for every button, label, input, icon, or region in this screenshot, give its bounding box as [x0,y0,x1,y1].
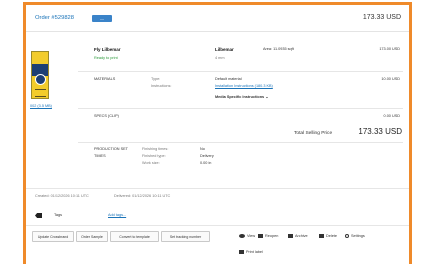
update-crossbrand-button[interactable]: Update Crossbrand [32,231,74,242]
production-value: No [200,147,205,151]
delete-action[interactable]: Delete [319,234,337,238]
archive-label: Archive [295,234,308,238]
thumbnail-file-link[interactable]: 002 (3.5 MB) [30,104,52,108]
archive-action[interactable]: Archive [288,234,308,238]
gear-icon [345,234,349,238]
divider [78,71,403,72]
add-tags-link[interactable]: Add tags... [108,213,126,217]
discount-label: SPECS (CLIP) [94,114,119,118]
settings-label: Settings [351,234,365,238]
status-badge: — [92,15,112,22]
delivered-date: Delivered: 01/12/2026 10:11 UTC [114,194,171,198]
set-tracking-button[interactable]: Set tracking number [161,231,210,242]
materials-price: 10.00 USD [381,77,400,81]
print-label-action[interactable]: Print label [239,250,263,254]
order-card: Order #529828 — 173.33 USD 002 (3.5 MB) … [23,2,412,264]
tag-icon [35,213,42,218]
divider [26,188,409,189]
order-header: Order #529828 — 173.33 USD [26,5,409,32]
materials-instructions-label: Instructions: [151,84,172,88]
trash-icon [319,234,324,238]
eye-icon [239,234,245,238]
installation-instructions-link[interactable]: Installation Instructions (180.3 KB) [215,84,273,88]
tags-label: Tags [54,213,63,217]
order-title-link[interactable]: Order #529828 [35,15,74,21]
view-action[interactable]: View [239,234,255,238]
settings-action[interactable]: Settings [345,234,365,238]
materials-label: MATERIALS [94,77,116,81]
item-price: 173.00 USD [379,47,400,51]
archive-icon [288,234,293,238]
material-value: Default material [215,77,242,81]
view-label: View [247,234,256,238]
divider [78,142,403,143]
reopen-action[interactable]: Reopen [258,234,278,238]
total-label: Total Selling Price [294,131,333,136]
order-sample-button[interactable]: Order Sample [76,231,108,242]
production-key: Work size: [142,161,160,165]
item-name: Fly Lilbemar [94,47,121,52]
convert-template-button[interactable]: Convert to template [110,231,159,242]
divider [78,108,403,109]
print-label: Print label [246,250,263,254]
divider [26,225,409,226]
production-key: Finishing times: [142,147,169,151]
item-column-size: 4 mm [215,56,225,60]
reopen-label: Reopen [265,234,279,238]
item-area: Area: 11.0935 sqft [263,47,294,51]
product-thumbnail[interactable] [31,51,49,99]
reopen-icon [258,234,263,238]
specific-instructions-toggle[interactable]: Media Specific Instructions ⌄ [215,94,268,99]
total-value: 173.33 USD [358,127,402,136]
printer-icon [239,250,244,254]
delete-label: Delete [326,234,337,238]
created-date: Created: 01/12/2026 10:11 UTC [35,194,89,198]
production-value: 0.00 in [200,161,212,165]
item-status: Ready to print [94,56,118,60]
header-price: 173.33 USD [362,14,401,21]
production-label: PRODUCTION SET [94,147,128,151]
production-key: Finished type: [142,154,166,158]
discount-value: 0.00 USD [383,114,400,118]
production-value: Delivery [200,154,214,158]
materials-type-label: Type: [151,77,161,81]
production-sub-label: TIMES [94,154,106,158]
item-column-name: Lilbemar [215,47,234,52]
